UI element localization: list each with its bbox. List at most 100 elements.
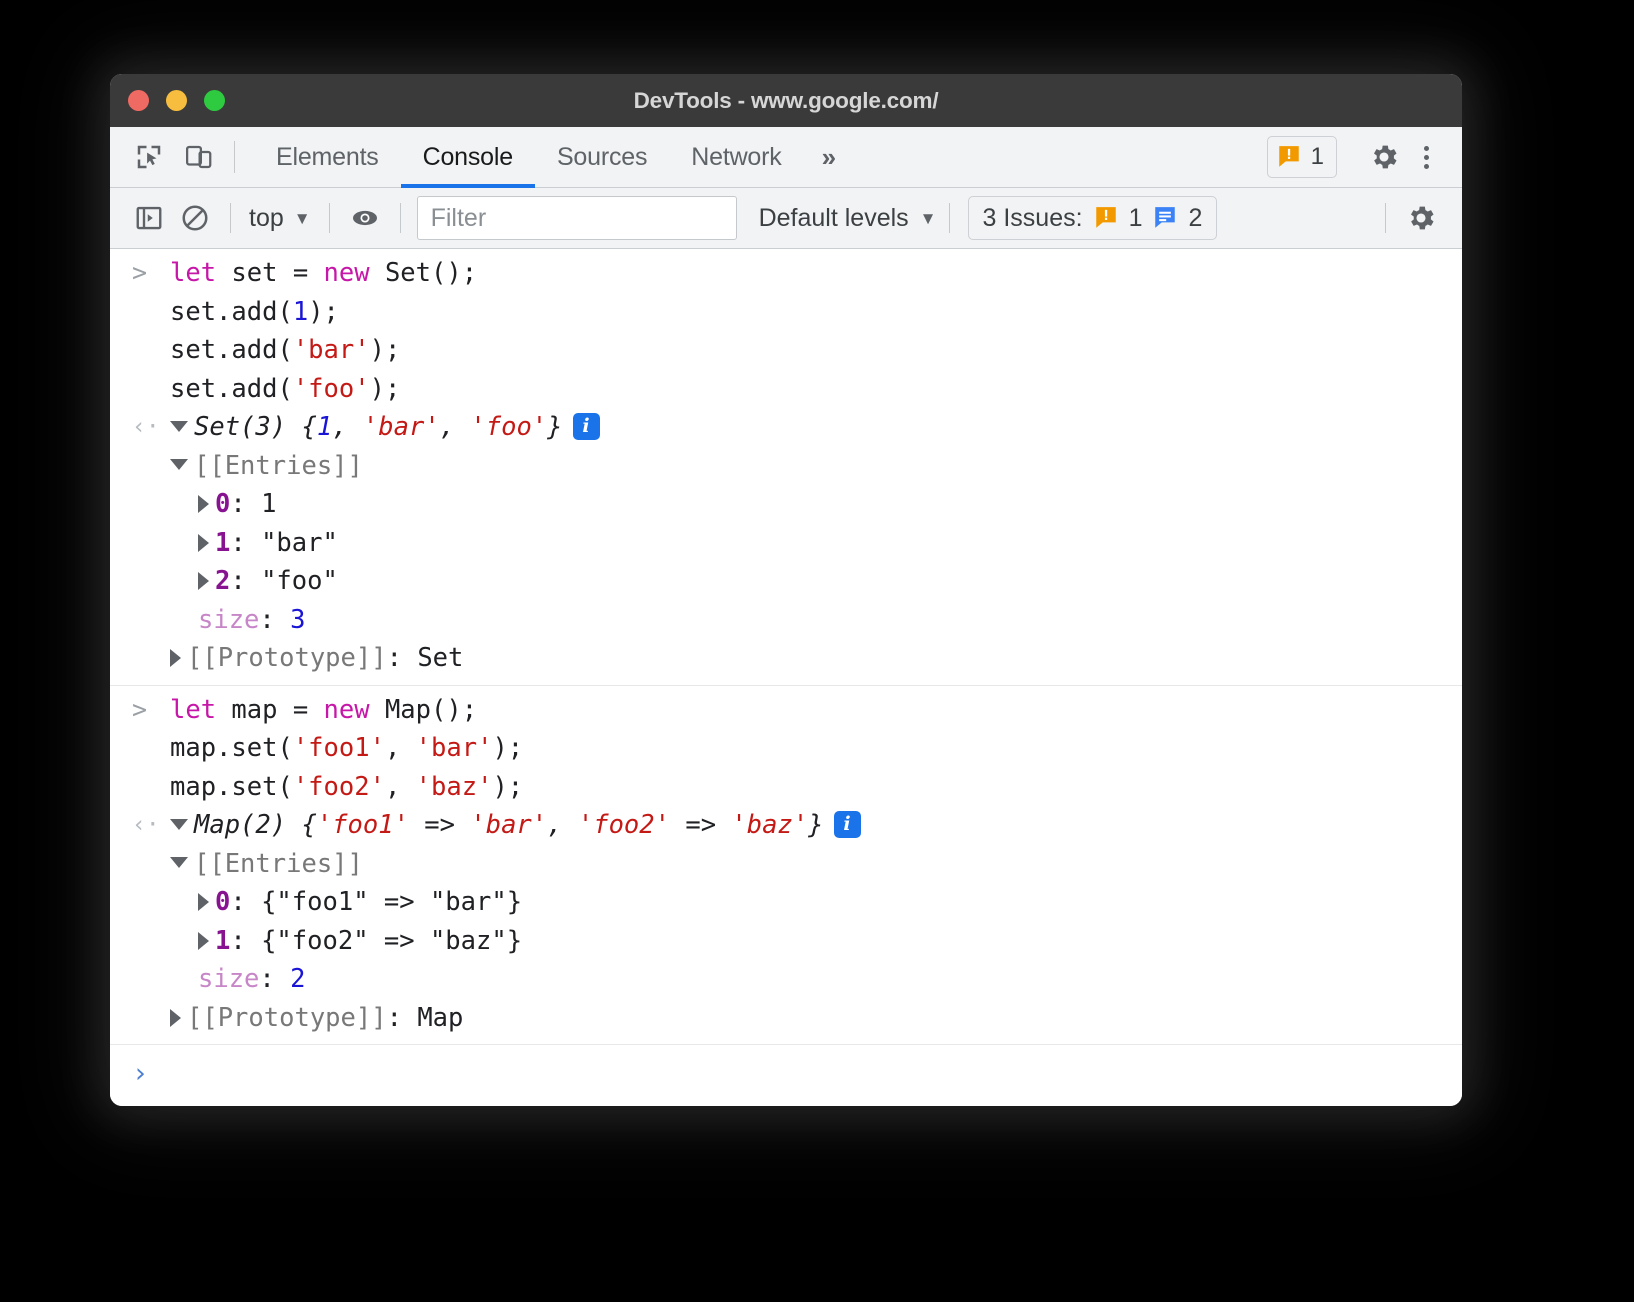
issues-badge[interactable]: 3 Issues: 1 2 xyxy=(968,196,1218,240)
live-expression-button[interactable] xyxy=(342,195,388,241)
eye-icon xyxy=(349,202,381,234)
entry-expand-icon[interactable] xyxy=(198,495,209,513)
console-input-line[interactable]: >let map = new Map(); xyxy=(110,691,1462,730)
tab-elements[interactable]: Elements xyxy=(254,127,401,187)
kebab-dot-1 xyxy=(1424,146,1429,151)
entry-row[interactable]: 1: {"foo2" => "baz"} xyxy=(110,922,1462,961)
console-prompt-row[interactable]: › xyxy=(110,1045,1462,1093)
console-message-list[interactable]: >let set = new Set();set.add(1);set.add(… xyxy=(110,249,1462,1106)
tab-sources[interactable]: Sources xyxy=(535,127,669,187)
minimize-window-button[interactable] xyxy=(166,90,187,111)
prototype-expand-icon[interactable] xyxy=(170,1009,181,1027)
code-token: set.add( xyxy=(170,335,293,365)
entry-row[interactable]: 1: "bar" xyxy=(110,524,1462,563)
prototype-value: Map xyxy=(417,1003,463,1033)
maximize-window-button[interactable] xyxy=(204,90,225,111)
entry-row[interactable]: 0: {"foo1" => "bar"} xyxy=(110,883,1462,922)
entry-row[interactable]: 2: "foo" xyxy=(110,562,1462,601)
devtools-panel-tabs: Elements Console Sources Network xyxy=(254,127,804,187)
inspect-element-button[interactable] xyxy=(127,135,171,179)
prototype-expand-icon[interactable] xyxy=(170,649,181,667)
execution-context-select[interactable]: top ▼ xyxy=(243,204,317,233)
console-sidebar-toggle-button[interactable] xyxy=(126,195,172,241)
entry-expand-icon[interactable] xyxy=(198,932,209,950)
console-input-line[interactable]: set.add('foo'); xyxy=(110,370,1462,409)
console-output-row[interactable]: ‹·Set(3) {1, 'bar', 'foo'}i xyxy=(110,408,1462,447)
expand-toggle-icon[interactable] xyxy=(170,819,188,830)
console-input-line[interactable]: map.set('foo1', 'bar'); xyxy=(110,729,1462,768)
code-token: 0 xyxy=(215,489,230,519)
size-content: size: 3 xyxy=(198,601,306,640)
input-code: map.set('foo2', 'baz'); xyxy=(170,768,523,807)
code-token: new xyxy=(324,258,370,288)
input-code: let set = new Set(); xyxy=(170,254,477,293)
filter-placeholder: Filter xyxy=(431,204,487,233)
code-token: 'foo2' xyxy=(293,772,385,802)
entries-row[interactable]: [[Entries]] xyxy=(110,845,1462,884)
filterbar-divider-5 xyxy=(1385,203,1386,233)
tabbar-divider xyxy=(234,141,235,173)
traffic-lights xyxy=(110,90,225,111)
more-options-button[interactable] xyxy=(1406,136,1446,178)
console-group: >let set = new Set();set.add(1);set.add(… xyxy=(110,249,1462,686)
window-titlebar: DevTools - www.google.com/ xyxy=(110,74,1462,127)
entry-expand-icon[interactable] xyxy=(198,572,209,590)
devtools-settings-button[interactable] xyxy=(1362,135,1406,179)
output-preview[interactable]: Set(3) {1, 'bar', 'foo'}i xyxy=(170,408,600,447)
clear-console-button[interactable] xyxy=(172,195,218,241)
code-token: => xyxy=(670,810,731,840)
info-badge-icon[interactable]: i xyxy=(834,811,861,838)
code-token: 'bar' xyxy=(293,335,370,365)
code-token: Set(); xyxy=(370,258,477,288)
return-value-icon: ‹· xyxy=(132,408,170,447)
entry-expand-icon[interactable] xyxy=(198,893,209,911)
code-token: let xyxy=(170,258,216,288)
tab-console[interactable]: Console xyxy=(401,127,535,187)
entry-expand-icon[interactable] xyxy=(198,534,209,552)
more-tabs-button[interactable]: » xyxy=(804,127,854,187)
tab-network[interactable]: Network xyxy=(669,127,803,187)
chevron-down-icon-levels: ▼ xyxy=(920,210,937,227)
console-input-line[interactable]: set.add(1); xyxy=(110,293,1462,332)
device-toolbar-button[interactable] xyxy=(177,135,221,179)
filterbar-right-group xyxy=(1373,195,1462,241)
code-token: 'foo1' xyxy=(317,810,409,840)
entry-row[interactable]: 0: 1 xyxy=(110,485,1462,524)
code-token: Map(); xyxy=(370,695,477,725)
console-group: >let map = new Map();map.set('foo1', 'ba… xyxy=(110,686,1462,1046)
warning-bubble-icon xyxy=(1276,144,1302,170)
input-code: set.add('foo'); xyxy=(170,370,400,409)
close-window-button[interactable] xyxy=(128,90,149,111)
code-token: 1 xyxy=(293,297,308,327)
filterbar-divider-4 xyxy=(949,203,950,233)
clear-console-icon xyxy=(180,203,210,233)
prototype-row[interactable]: [[Prototype]]: Set xyxy=(110,639,1462,678)
warning-count-badge[interactable]: 1 xyxy=(1267,136,1337,178)
expand-toggle-icon[interactable] xyxy=(170,421,188,432)
prototype-row[interactable]: [[Prototype]]: Map xyxy=(110,999,1462,1038)
console-input-line[interactable]: map.set('foo2', 'baz'); xyxy=(110,768,1462,807)
code-token: ); xyxy=(492,772,523,802)
code-token: map.set( xyxy=(170,733,293,763)
inspect-element-icon xyxy=(134,142,164,172)
code-token: let xyxy=(170,695,216,725)
filter-input[interactable]: Filter xyxy=(417,196,737,240)
prototype-content: [[Prototype]]: Map xyxy=(170,999,463,1038)
entries-expand-icon[interactable] xyxy=(170,857,188,868)
entries-expand-icon[interactable] xyxy=(170,459,188,470)
output-preview[interactable]: Map(2) {'foo1' => 'bar', 'foo2' => 'baz'… xyxy=(170,806,861,845)
console-input-line[interactable]: >let set = new Set(); xyxy=(110,254,1462,293)
tabbar-left-icons xyxy=(110,127,221,187)
filterbar-divider-3 xyxy=(400,203,401,233)
log-levels-select[interactable]: Default levels ▼ xyxy=(759,204,937,233)
code-token: : xyxy=(230,566,261,596)
console-output-row[interactable]: ‹·Map(2) {'foo1' => 'bar', 'foo2' => 'ba… xyxy=(110,806,1462,845)
info-badge-icon[interactable]: i xyxy=(573,413,600,440)
code-token: map = xyxy=(216,695,323,725)
entries-label: [[Entries]] xyxy=(170,845,363,884)
log-levels-value: Default levels xyxy=(759,204,909,233)
console-settings-button[interactable] xyxy=(1398,195,1444,241)
entries-row[interactable]: [[Entries]] xyxy=(110,447,1462,486)
code-token: , xyxy=(332,412,363,442)
console-input-line[interactable]: set.add('bar'); xyxy=(110,331,1462,370)
